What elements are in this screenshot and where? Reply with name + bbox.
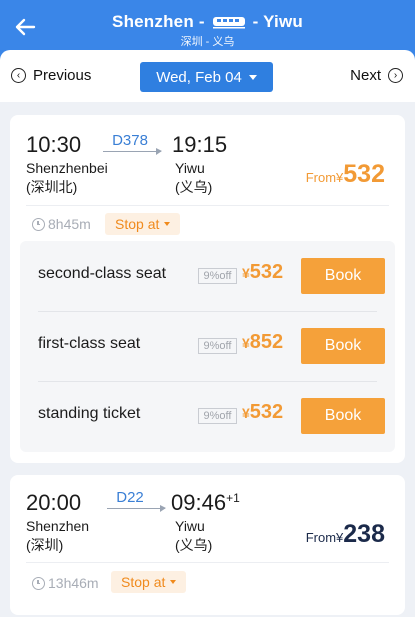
depart-station-cn: (深圳): [26, 537, 64, 553]
discount-badge: 9%off: [198, 408, 237, 424]
card-divider: [26, 562, 389, 563]
from-price: From¥238: [306, 520, 385, 549]
arrive-time: 09:46+1: [171, 490, 240, 516]
seat-name: standing ticket: [38, 405, 141, 422]
card-divider: [26, 205, 389, 206]
to-city: Yiwu: [263, 12, 303, 31]
next-day-indicator: +1: [226, 491, 240, 505]
seat-row: second-class seat 9%off ¥532 Book: [20, 241, 395, 311]
seat-row: standing ticket 9%off ¥532 Book: [20, 381, 395, 451]
chevron-down-icon: [248, 74, 257, 80]
seat-name: first-class seat: [38, 335, 141, 352]
train-number: D22: [116, 489, 144, 506]
currency: ¥: [242, 405, 250, 421]
arrive-station: Yiwu (义乌): [175, 159, 212, 197]
previous-day-button[interactable]: ‹ Previous: [11, 67, 91, 84]
duration: 8h45m: [32, 216, 91, 232]
seat-options-panel: second-class seat 9%off ¥532 Book first-…: [20, 241, 395, 452]
arrive-time: 19:15: [172, 132, 228, 157]
clock-icon: [32, 576, 45, 590]
from-label: From¥: [305, 170, 344, 185]
chevron-down-icon: [170, 580, 177, 584]
seat-price: ¥852: [242, 331, 283, 354]
clock-icon: [32, 217, 45, 231]
depart-station: Shenzhen (深圳): [26, 517, 89, 555]
train-card[interactable]: 20:00 D22 09:46+1 Shenzhen (深圳) Yiwu (义乌…: [10, 475, 405, 615]
book-button[interactable]: Book: [301, 398, 385, 434]
seat-row: first-class seat 9%off ¥852 Book: [20, 311, 395, 381]
title-dash-left: -: [198, 12, 205, 31]
from-city: Shenzhen: [112, 12, 194, 31]
depart-time: 10:30: [26, 132, 82, 157]
arrive-station-name: Yiwu: [175, 160, 205, 176]
previous-label: Previous: [33, 67, 92, 84]
route-title: Shenzhen - - Yiwu: [0, 12, 415, 32]
train-card[interactable]: 10:30 D378 19:15 Shenzhenbei (深圳北) Yiwu …: [10, 115, 405, 463]
depart-station-cn: (深圳北): [26, 179, 78, 195]
depart-station-name: Shenzhen: [26, 518, 90, 534]
title-dash-right: -: [252, 12, 259, 31]
arrive-station-cn: (义乌): [175, 537, 213, 553]
next-label: Next: [350, 67, 381, 84]
from-price: From¥532: [306, 160, 385, 189]
next-day-button[interactable]: Next ›: [350, 67, 403, 84]
seat-name: second-class seat: [38, 265, 167, 282]
from-price-amount: 532: [343, 160, 385, 188]
discount-badge: 9%off: [198, 338, 237, 354]
duration: 13h46m: [32, 575, 99, 591]
chevron-right-circle-icon: ›: [388, 68, 403, 83]
seat-price: ¥532: [242, 261, 283, 284]
discount-badge: 9%off: [198, 268, 237, 284]
date-picker-button[interactable]: Wed, Feb 04: [140, 62, 273, 92]
chevron-left-circle-icon: ‹: [11, 68, 26, 83]
date-navigation-bar: ‹ Previous Wed, Feb 04 Next ›: [0, 50, 415, 102]
depart-station-name: Shenzhenbei: [26, 160, 108, 176]
stop-at-label: Stop at: [115, 216, 160, 232]
book-button[interactable]: Book: [301, 258, 385, 294]
stop-at-button[interactable]: Stop at: [111, 571, 187, 593]
arrive-time-value: 09:46: [171, 490, 227, 515]
currency: ¥: [242, 265, 250, 281]
depart-time: 20:00: [26, 490, 82, 515]
arrive-station: Yiwu (义乌): [175, 517, 212, 555]
currency: ¥: [242, 335, 250, 351]
duration-text: 8h45m: [48, 216, 91, 232]
arrive-station-name: Yiwu: [175, 518, 205, 534]
stop-at-button[interactable]: Stop at: [105, 213, 181, 235]
route-arrow: [103, 148, 162, 155]
duration-text: 13h46m: [48, 575, 99, 591]
route-arrow: [107, 505, 166, 512]
route-subtitle: 深圳 - 义乌: [180, 36, 235, 48]
stop-at-label: Stop at: [121, 574, 166, 590]
arrive-station-cn: (义乌): [175, 179, 213, 195]
from-label: From¥: [305, 530, 344, 545]
seat-price-amount: 532: [249, 261, 284, 283]
train-icon: [212, 17, 245, 29]
from-price-amount: 238: [343, 520, 385, 548]
book-button[interactable]: Book: [301, 328, 385, 364]
selected-date: Wed, Feb 04: [156, 68, 242, 86]
seat-price-amount: 532: [249, 401, 284, 423]
chevron-down-icon: [164, 222, 171, 226]
seat-price-amount: 852: [249, 331, 284, 353]
train-number: D378: [112, 132, 148, 149]
depart-station: Shenzhenbei (深圳北): [26, 159, 108, 197]
seat-price: ¥532: [242, 401, 283, 424]
